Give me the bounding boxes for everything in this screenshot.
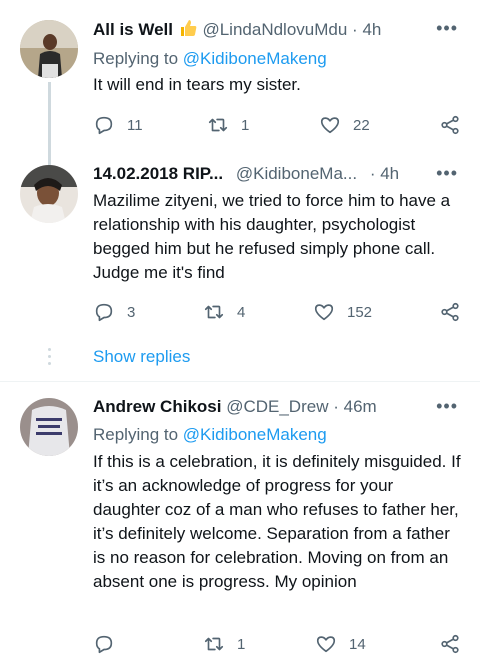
display-name[interactable]: Andrew Chikosi bbox=[93, 397, 221, 416]
separator-dot: · bbox=[352, 20, 358, 39]
tweet-header: Andrew Chikosi @CDE_Drew · 46m bbox=[93, 396, 377, 418]
divider bbox=[0, 381, 480, 382]
reply-button[interactable]: 11 bbox=[93, 114, 143, 136]
tweet-text: If this is a celebration, it is definite… bbox=[93, 452, 461, 591]
replying-to-link[interactable]: @KidiboneMakeng bbox=[183, 425, 327, 444]
tweet-header: 14.02.2018 RIP... @KidiboneMa... · 4h bbox=[93, 163, 399, 185]
replying-to-label: Replying to bbox=[93, 49, 179, 68]
like-count: 14 bbox=[349, 635, 366, 653]
thumbs-up-icon bbox=[180, 20, 197, 36]
reply-button[interactable] bbox=[93, 633, 115, 655]
retweet-count: 4 bbox=[237, 303, 246, 321]
avatar[interactable] bbox=[20, 398, 78, 456]
replying-to-label: Replying to bbox=[93, 425, 179, 444]
display-name[interactable]: 14.02.2018 RIP... bbox=[93, 164, 223, 183]
reply-count: 3 bbox=[127, 303, 136, 321]
thread-line bbox=[48, 82, 51, 172]
tweet-text: Mazilime zityeni, we tried to force him … bbox=[93, 191, 451, 282]
separator-dot: · bbox=[333, 397, 339, 416]
more-options-icon[interactable]: ••• bbox=[436, 163, 458, 183]
retweet-icon bbox=[204, 637, 224, 651]
tweet-actions: 3 4 152 bbox=[93, 301, 463, 325]
retweet-button[interactable]: 4 bbox=[203, 301, 245, 323]
tweet-header: All is Well @LindaNdlovuMdu · 4h bbox=[93, 18, 381, 40]
timestamp[interactable]: 4h bbox=[362, 20, 381, 39]
heart-icon bbox=[320, 117, 340, 134]
replying-to-link[interactable]: @KidiboneMakeng bbox=[183, 49, 327, 68]
tweet-text: It will end in tears my sister. bbox=[93, 75, 301, 94]
reply-count: 11 bbox=[127, 116, 143, 134]
retweet-button[interactable]: 1 bbox=[207, 114, 249, 136]
heart-icon bbox=[314, 304, 334, 321]
more-options-icon[interactable]: ••• bbox=[436, 396, 458, 416]
retweet-icon bbox=[208, 118, 228, 132]
like-button[interactable]: 152 bbox=[313, 301, 372, 323]
share-icon bbox=[441, 302, 459, 322]
replying-to: Replying to @KidiboneMakeng bbox=[93, 424, 327, 446]
tweet-actions: 1 14 bbox=[93, 633, 463, 657]
separator-dot: · bbox=[369, 164, 376, 183]
retweet-count: 1 bbox=[241, 116, 250, 134]
tweet-actions: 11 1 22 bbox=[93, 114, 463, 138]
share-icon bbox=[441, 634, 459, 654]
like-count: 22 bbox=[353, 116, 370, 134]
thread-continuation-dots bbox=[48, 348, 51, 369]
heart-icon bbox=[316, 636, 336, 653]
reply-button[interactable]: 3 bbox=[93, 301, 135, 323]
avatar-photo bbox=[20, 20, 78, 78]
retweet-button[interactable]: 1 bbox=[203, 633, 245, 655]
like-button[interactable]: 22 bbox=[319, 114, 370, 136]
share-icon bbox=[441, 115, 459, 135]
avatar-photo bbox=[20, 165, 78, 223]
retweet-count: 1 bbox=[237, 635, 246, 653]
reply-icon bbox=[95, 116, 113, 135]
avatar[interactable] bbox=[20, 165, 78, 223]
reply-icon bbox=[95, 303, 113, 322]
avatar[interactable] bbox=[20, 20, 78, 78]
handle[interactable]: @KidiboneMa... bbox=[236, 164, 357, 183]
share-button[interactable] bbox=[439, 114, 461, 136]
replying-to: Replying to @KidiboneMakeng bbox=[93, 48, 327, 70]
more-options-icon[interactable]: ••• bbox=[436, 18, 458, 38]
handle[interactable]: @LindaNdlovuMdu bbox=[202, 20, 347, 39]
retweet-icon bbox=[204, 305, 224, 319]
handle[interactable]: @CDE_Drew bbox=[226, 397, 328, 416]
reply-icon bbox=[95, 635, 113, 654]
display-name[interactable]: All is Well bbox=[93, 20, 173, 39]
timestamp[interactable]: 46m bbox=[344, 397, 377, 416]
show-replies-link[interactable]: Show replies bbox=[93, 347, 190, 367]
timestamp[interactable]: 4h bbox=[380, 164, 399, 183]
like-count: 152 bbox=[347, 303, 373, 321]
share-button[interactable] bbox=[439, 633, 461, 655]
share-button[interactable] bbox=[439, 301, 461, 323]
avatar-photo bbox=[20, 398, 78, 456]
like-button[interactable]: 14 bbox=[315, 633, 366, 655]
